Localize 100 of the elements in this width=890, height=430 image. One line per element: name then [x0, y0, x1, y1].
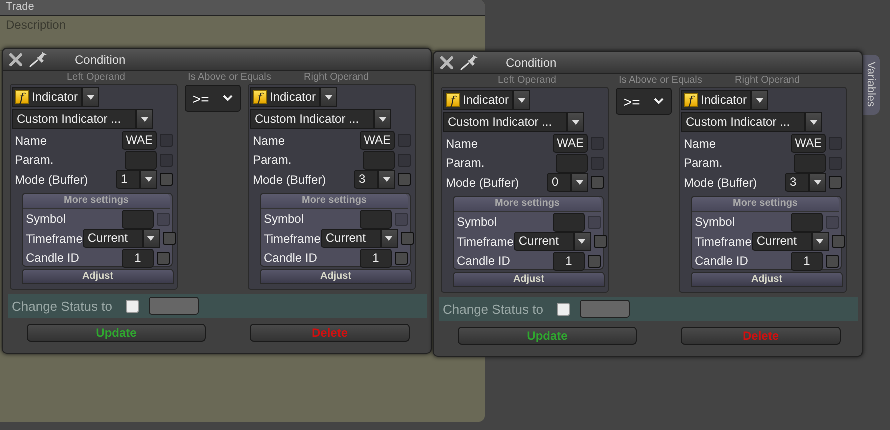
- checkbox[interactable]: [591, 176, 604, 190]
- chevron-icon: [223, 95, 234, 102]
- input-field[interactable]: [556, 154, 588, 173]
- input-field[interactable]: WAE: [122, 131, 157, 150]
- field-label: Name: [15, 134, 48, 148]
- field-label: Name: [253, 134, 286, 148]
- input-field[interactable]: 1: [553, 252, 585, 271]
- field-label: Mode (Buffer): [684, 176, 758, 190]
- value-dropdown[interactable]: 1: [116, 170, 140, 190]
- input-field[interactable]: [125, 150, 157, 170]
- pin-icon[interactable]: [29, 52, 49, 68]
- function-icon: f: [446, 93, 460, 107]
- adjust-button[interactable]: Adjust: [691, 272, 843, 286]
- pin-icon[interactable]: [460, 54, 480, 70]
- adjust-button[interactable]: Adjust: [453, 272, 605, 286]
- input-field[interactable]: 1: [122, 248, 154, 268]
- field-label: Candle ID: [264, 251, 318, 266]
- status-label: Change Status to: [443, 302, 544, 316]
- status-label: Change Status to: [12, 298, 112, 314]
- field-label: Timeframe: [264, 232, 321, 246]
- operator-label: Is Above or Equals: [188, 72, 272, 83]
- checkbox[interactable]: [832, 235, 845, 248]
- field-label: Param.: [15, 153, 54, 168]
- checkbox[interactable]: [400, 232, 414, 246]
- checkbox[interactable]: [826, 254, 839, 268]
- function-icon: f: [253, 90, 267, 104]
- field-label: Mode (Buffer): [446, 176, 520, 190]
- function-icon: f: [684, 93, 698, 107]
- field-label: Symbol: [26, 212, 66, 226]
- input-field[interactable]: [791, 212, 823, 232]
- checkbox[interactable]: [829, 176, 842, 190]
- update-button[interactable]: Update: [458, 327, 637, 345]
- field-label: Candle ID: [26, 251, 80, 266]
- close-icon[interactable]: [9, 52, 23, 66]
- input-field[interactable]: [363, 150, 395, 170]
- left-operand-label: Left Operand: [67, 72, 126, 83]
- value-dropdown[interactable]: Current: [752, 232, 812, 252]
- field-label: Symbol: [264, 212, 304, 226]
- field-label: Mode (Buffer): [253, 172, 326, 187]
- value-dropdown[interactable]: 0: [547, 173, 571, 192]
- input-field[interactable]: [794, 154, 826, 173]
- field-label: Candle ID: [695, 254, 748, 268]
- variables-tab[interactable]: Variables: [862, 55, 880, 115]
- status-field[interactable]: [580, 300, 630, 318]
- indicator-dropdown[interactable]: Custom Indicator ...: [681, 112, 805, 132]
- left-operand-label: Left Operand: [498, 75, 556, 86]
- field-label: Name: [446, 136, 478, 151]
- field-label: Timeframe: [26, 232, 83, 246]
- close-icon[interactable]: [440, 56, 454, 70]
- value-dropdown[interactable]: Current: [320, 229, 381, 248]
- value-dropdown[interactable]: 3: [785, 173, 809, 192]
- field-label: Symbol: [695, 215, 736, 230]
- checkbox[interactable]: [126, 300, 140, 312]
- indicator-dropdown[interactable]: Custom Indicator ...: [443, 112, 567, 132]
- adjust-button[interactable]: Adjust: [22, 268, 174, 284]
- value-dropdown[interactable]: 3: [354, 170, 378, 190]
- field-label: Param.: [253, 153, 292, 168]
- operand-type-dropdown[interactable]: f Indicator: [681, 90, 752, 110]
- right-operand-label: Right Operand: [735, 75, 800, 86]
- operand-type-dropdown[interactable]: f Indicator: [12, 87, 82, 107]
- input-field[interactable]: [360, 210, 392, 229]
- status-field[interactable]: [149, 297, 200, 315]
- checkbox[interactable]: [395, 252, 408, 265]
- operand-type-dropdown[interactable]: f Indicator: [250, 87, 320, 107]
- checkbox[interactable]: [162, 232, 176, 246]
- operator-label: Is Above or Equals: [619, 75, 702, 86]
- function-icon: f: [15, 90, 29, 104]
- adjust-button[interactable]: Adjust: [260, 268, 412, 284]
- dialog-title: Condition: [75, 52, 126, 66]
- checkbox[interactable]: [588, 254, 601, 268]
- field-label: Param.: [446, 156, 485, 170]
- checkbox[interactable]: [398, 173, 411, 186]
- window-title: Trade: [0, 0, 485, 16]
- operator-dropdown[interactable]: >=: [185, 85, 241, 112]
- input-field[interactable]: WAE: [791, 134, 826, 154]
- input-field[interactable]: 1: [360, 248, 392, 268]
- chevron-icon: [654, 98, 664, 105]
- input-field[interactable]: WAE: [360, 131, 395, 150]
- checkbox[interactable]: [157, 252, 170, 265]
- value-dropdown[interactable]: Current: [82, 229, 143, 248]
- field-label: Param.: [684, 156, 723, 170]
- dialog-title: Condition: [506, 56, 557, 70]
- checkbox[interactable]: [557, 302, 570, 316]
- right-operand-label: Right Operand: [304, 72, 370, 83]
- field-label: Timeframe: [457, 234, 514, 249]
- value-dropdown[interactable]: Current: [514, 232, 574, 252]
- indicator-dropdown[interactable]: Custom Indicator ...: [12, 109, 136, 129]
- input-field[interactable]: [553, 212, 585, 232]
- operand-type-dropdown[interactable]: f Indicator: [443, 90, 514, 110]
- indicator-dropdown[interactable]: Custom Indicator ...: [250, 109, 374, 129]
- field-label: Mode (Buffer): [15, 172, 88, 187]
- checkbox[interactable]: [594, 235, 607, 248]
- input-field[interactable]: 1: [791, 252, 823, 271]
- operator-dropdown[interactable]: >=: [616, 88, 672, 115]
- input-field[interactable]: [122, 210, 154, 229]
- input-field[interactable]: WAE: [553, 134, 588, 154]
- field-label: Symbol: [457, 215, 498, 230]
- field-label: Name: [684, 136, 716, 151]
- checkbox[interactable]: [160, 173, 173, 186]
- field-label: Timeframe: [695, 234, 752, 249]
